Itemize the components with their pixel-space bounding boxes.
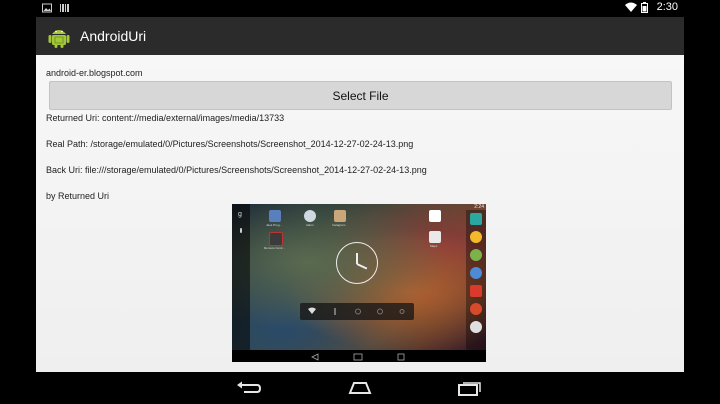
recents-icon[interactable] <box>457 378 483 398</box>
preview-quick-settings <box>300 303 414 320</box>
preview-app-column <box>466 210 486 350</box>
by-returned-uri-label: by Returned Uri <box>46 191 110 201</box>
svg-text:g: g <box>238 211 242 218</box>
status-bar: 2:30 <box>36 0 684 17</box>
preview-search-bar: g <box>232 204 250 350</box>
image-icon <box>42 3 52 13</box>
device-screen: 2:30 AndroidUri android-er.blogspot.com … <box>36 0 684 404</box>
barcode-icon <box>60 3 70 13</box>
preview-nav-bar <box>232 350 486 362</box>
battery-icon <box>640 2 651 13</box>
returned-uri-text: Returned Uri: content://media/external/i… <box>46 113 285 123</box>
real-path-text: Real Path: /storage/emulated/0/Pictures/… <box>46 139 414 149</box>
navigation-bar <box>36 372 684 404</box>
app-title: AndroidUri <box>80 28 147 44</box>
blog-url-text: android-er.blogspot.com <box>46 68 143 78</box>
back-uri-text: Back Uri: file:///storage/emulated/0/Pic… <box>46 165 427 175</box>
select-file-button[interactable]: Select File <box>49 81 672 110</box>
status-time: 2:30 <box>656 1 678 13</box>
android-icon[interactable] <box>46 23 72 49</box>
preview-clock <box>336 242 378 284</box>
selected-image-preview: g 2:24 Java Prog... Alarm Instagram Remo… <box>232 204 486 362</box>
preview-time: 2:24 <box>474 204 484 210</box>
action-bar: AndroidUri <box>36 17 684 55</box>
main-content: android-er.blogspot.com Select File Retu… <box>36 55 684 372</box>
back-icon[interactable] <box>236 378 262 398</box>
home-icon[interactable] <box>347 378 373 398</box>
wifi-icon <box>624 2 637 12</box>
